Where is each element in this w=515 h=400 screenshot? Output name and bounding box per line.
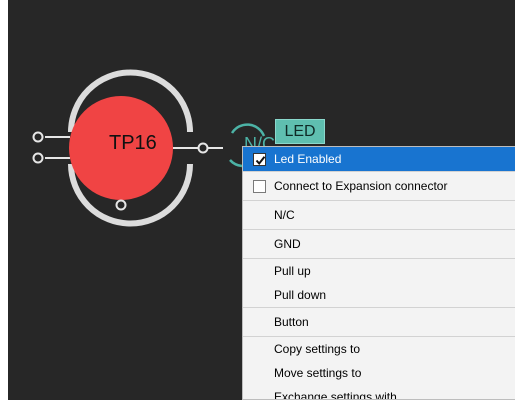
menu-item-label: Connect to Expansion connector — [274, 179, 448, 193]
menu-item-label: Pull up — [274, 264, 311, 278]
led-badge[interactable]: LED — [275, 119, 325, 144]
menu-item-expansion-connector[interactable]: Connect to Expansion connector — [243, 172, 515, 200]
menu-item-led-enabled[interactable]: Led Enabled — [243, 147, 515, 171]
checkbox-unchecked-icon[interactable] — [253, 180, 266, 193]
component-label: TP16 — [109, 132, 157, 154]
checkbox-checked-icon[interactable] — [253, 153, 266, 166]
menu-item-label: Move settings to — [274, 366, 362, 380]
menu-item-exchange-settings[interactable]: Exchange settings with — [243, 385, 515, 400]
menu-item-button[interactable]: Button — [243, 308, 515, 336]
menu-item-pull-down[interactable]: Pull down — [243, 283, 515, 307]
menu-item-label: Pull down — [274, 288, 327, 302]
schematic-canvas[interactable]: TP16 N/C LED Led Enabled Connect to Expa… — [8, 0, 515, 400]
menu-item-label: Led Enabled — [274, 152, 342, 166]
context-menu: Led Enabled Connect to Expansion connect… — [242, 146, 515, 400]
menu-item-label: GND — [274, 237, 301, 251]
menu-item-move-settings[interactable]: Move settings to — [243, 361, 515, 385]
menu-item-gnd[interactable]: GND — [243, 230, 515, 258]
pin-endpoint-2[interactable] — [32, 152, 44, 164]
menu-item-label: Button — [274, 315, 309, 329]
menu-item-label: Exchange settings with — [274, 390, 397, 400]
pin-wire-endpoint[interactable] — [197, 142, 209, 154]
menu-item-label: N/C — [274, 208, 295, 222]
menu-item-pull-up[interactable]: Pull up — [243, 259, 515, 283]
menu-item-label: Copy settings to — [274, 342, 361, 356]
pin-endpoint-1[interactable] — [32, 131, 44, 143]
pin-bottom-node[interactable] — [115, 199, 127, 211]
menu-item-copy-settings[interactable]: Copy settings to — [243, 337, 515, 361]
menu-item-nc[interactable]: N/C — [243, 201, 515, 229]
net-ring-icon-lower — [229, 159, 243, 168]
